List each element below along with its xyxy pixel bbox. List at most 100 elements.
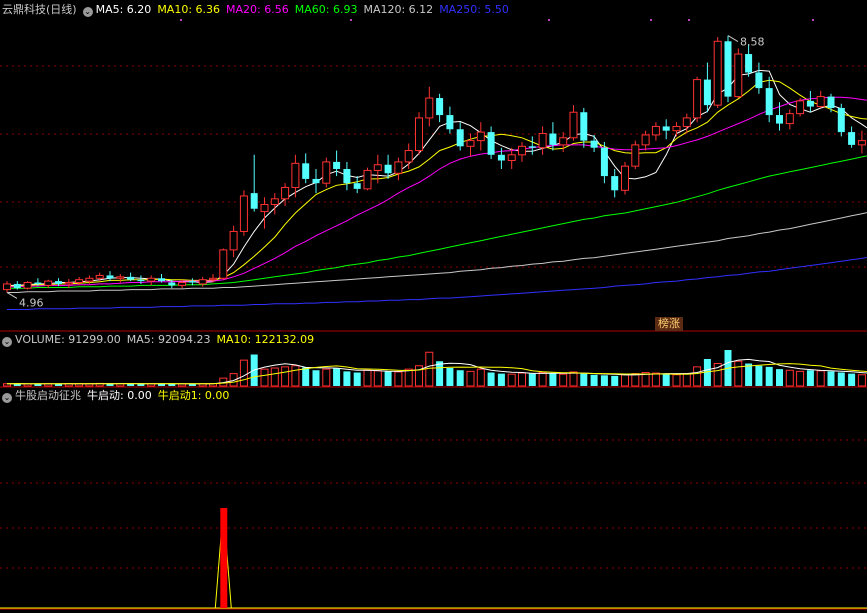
candle-body-down [55,281,62,284]
candle-body-down [168,282,176,286]
candle-body-up [394,161,403,174]
candle-body-up [713,40,722,106]
candle-body-up [734,53,743,98]
volume-bar-down [611,375,619,386]
candle-body-down [848,132,856,145]
candle-body-down [137,279,145,282]
volume-bar-up [816,370,825,387]
volume-bar-up [796,370,805,387]
candle-body-up [322,161,331,184]
chart-canvas[interactable]: 8.58 4.96 [0,0,867,613]
ma-line-ma120 [7,212,867,293]
candle-body-down [765,88,773,116]
candle-body-up [147,277,156,282]
volume-label: VOLUME: 91299.00 [15,333,121,346]
main-title: 云鼎科技(日线) [2,3,77,16]
volume-bar-down [446,368,454,386]
candle-body-up [857,140,866,146]
volume-bar-down [333,368,341,386]
indicator-legend: ⌄ 牛股启动征兆 牛启动: 0.00 牛启动1: 0.00 [2,388,235,404]
candle-body-up [23,282,32,289]
candle-body-down [312,178,320,184]
volume-bar-down [353,372,361,386]
candle-body-up [404,150,413,163]
candle-body-up [415,117,423,152]
circle-chevron-icon[interactable]: ⌄ [82,7,93,17]
candle-body-down [837,107,845,133]
candle-body-up [621,165,629,191]
candle-body-down [384,164,392,174]
volume-bar-up [291,365,300,387]
circle-chevron-icon[interactable]: ⌄ [2,337,12,347]
candle-body-down [302,163,310,179]
volume-bar-down [827,371,835,386]
candle-body-down [590,140,598,148]
volume-bar-up [785,369,794,387]
volume-bar-up [281,366,290,387]
candle-body-down [34,282,42,284]
candle-body-up [44,280,53,286]
candle-body-down [497,154,505,161]
candle-body-down [333,161,341,169]
volume-bar-down [765,366,773,386]
ma250-label: MA250: 5.50 [439,3,509,16]
main-legend: 云鼎科技(日线) ⌄ MA5: 6.20 MA10: 6.36 MA20: 6.56 MA… [2,2,515,18]
candle-body-down [580,112,588,141]
low-marker-line [6,292,18,299]
candle-body-up [373,164,382,171]
volume-ma5-label: MA5: 92094.23 [126,333,211,346]
candle-body-up [538,133,547,149]
volume-bar-up [672,374,681,387]
ma-line-ma20 [7,96,867,288]
rank-badge[interactable]: 榜涨 [655,317,683,331]
candle-body-down [662,126,670,131]
candle-body-down [343,169,351,184]
candle-body-up [75,279,84,284]
candle-body-up [178,282,187,286]
volume-bar-up [734,360,743,387]
marker-dot [812,19,814,21]
ma-line-ma60 [7,155,867,289]
marker-dot [350,19,352,21]
candle-body-down [806,100,814,107]
high-price-label: 8.58 [740,36,765,49]
volume-bar-up [260,368,269,387]
ma120-label: MA120: 6.12 [363,3,434,16]
volume-bar-up [507,373,516,387]
high-marker-line [727,35,739,43]
volume-bar-down [312,370,320,386]
indicator-name: 牛股启动征兆 [15,389,81,402]
volume-bar-up [621,374,629,387]
candle-body-down [487,132,495,155]
candle-body-up [363,169,372,190]
candle-body-up [476,131,485,142]
ma20-label: MA20: 6.56 [226,3,289,16]
candle-body-down [188,281,196,283]
candle-body-up [239,195,248,232]
volume-bar-down [384,371,392,386]
circle-chevron-icon[interactable]: ⌄ [2,393,12,403]
candle-body-down [250,193,258,209]
candle-body-up [281,186,290,200]
volume-bar-up [466,370,475,387]
candle-body-down [446,115,454,130]
volume-bar-up [394,371,403,387]
volume-bar-up [693,366,702,387]
candle-body-up [425,97,434,119]
marker-dot [650,19,652,21]
marker-dot [180,19,182,21]
candle-body-down [13,283,21,289]
volume-bar-down [343,371,351,386]
candle-body-up [569,111,578,139]
volume-bar-down [549,373,557,386]
candle-body-up [559,137,568,146]
marker-dot [548,19,550,21]
candle-body-up [631,144,640,167]
candle-body-up [682,117,691,127]
candle-body-up [64,282,73,285]
volume-bar-up [373,370,382,387]
candle-body-down [106,275,114,279]
candle-body-down [611,176,619,191]
candle-body-up [796,100,805,115]
candle-body-down [703,79,711,106]
